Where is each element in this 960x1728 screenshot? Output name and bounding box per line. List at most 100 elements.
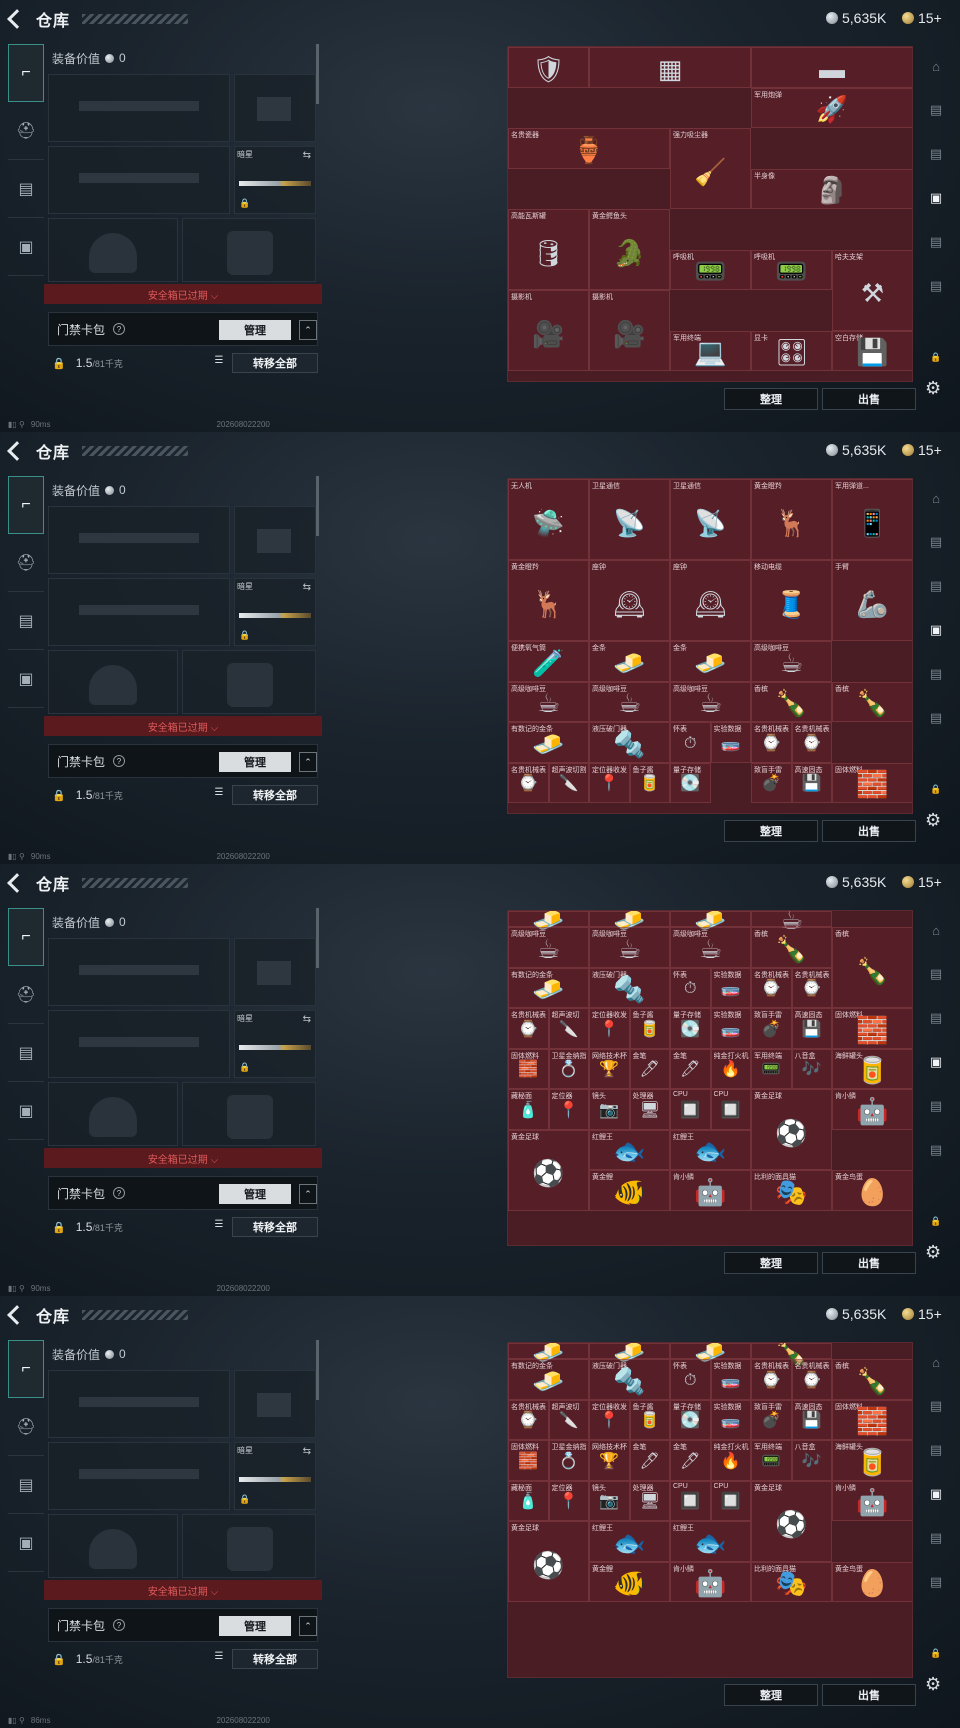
nav-case-tab[interactable]: ▣ [8,1082,44,1140]
inventory-item[interactable]: 金笔 🖊 [629,1048,670,1090]
rail-page-5-icon[interactable]: ▤ [918,696,954,740]
rail-page-3-icon[interactable]: ▣ [918,1040,954,1084]
nav-weapons-tab[interactable]: ⌐ [8,476,44,534]
inventory-item[interactable]: 镜头 📷 [589,1089,630,1130]
back-arrow-icon[interactable] [7,1305,27,1325]
help-icon[interactable]: ? [113,1619,126,1631]
inventory-item[interactable]: 八音盒 🎶 [791,1440,832,1481]
sell-button[interactable]: 出售 [822,820,916,842]
nav-armor-tab[interactable]: ⛑ [8,534,44,592]
inventory-item[interactable]: 固体燃料 🧱 [832,1008,912,1049]
inventory-item[interactable]: 军用终端 💻 [670,330,751,371]
inventory-item[interactable]: 液压破门器 🔩 [589,722,670,763]
inventory-item[interactable]: 卫星金纳指 💍 [548,1440,589,1481]
inventory-item[interactable]: 空白存储 💾 [832,330,912,371]
rail-home-icon[interactable]: ⌂ [918,476,954,520]
inventory-item[interactable]: 名贵机械表 ⌚ [508,762,549,803]
inventory-item[interactable]: 黄金鲤 🐠 [589,1170,670,1211]
inventory-item[interactable]: 超声波切 🔪 [548,1399,589,1441]
gear-icon[interactable]: ⚙ [925,378,941,399]
inventory-item[interactable]: 怀表 ⏱ [670,722,711,763]
rail-page-2-icon[interactable]: ▤ [918,132,954,176]
inventory-item[interactable]: 藏秘面 🧴 [508,1089,549,1130]
inventory-item[interactable]: 呼吸机 📟 [751,249,832,290]
loadout-scrollbar[interactable] [316,908,319,968]
rail-home-icon[interactable]: ⌂ [918,1340,954,1384]
inventory-item[interactable]: 定位器收发 📍 [589,1399,630,1441]
safe-box-expired-banner[interactable]: 安全箱已过期 ⌵ [44,716,322,736]
inventory-item[interactable]: ▦ [589,47,751,88]
collapse-button[interactable]: ⌃ [299,1616,317,1636]
inventory-item[interactable]: 黄金足球 ⚽ [508,1129,589,1211]
inventory-item[interactable]: 网络技术杯 🏆 [589,1440,630,1481]
rail-page-3-icon[interactable]: ▣ [918,1472,954,1516]
inventory-item[interactable]: 红鲤王 🐟 [589,1521,670,1562]
inventory-item[interactable]: 红鲤王 🐟 [589,1129,670,1171]
inventory-item[interactable]: 便携氧气筒 🧪 [508,641,589,682]
manage-button[interactable]: 管理 [219,320,291,340]
inventory-item[interactable]: 高级咖啡豆 ☕ [508,927,589,968]
inventory-item[interactable]: 固体燃料 🧱 [508,1048,549,1090]
nav-weapons-tab[interactable]: ⌐ [8,44,44,102]
manage-button[interactable]: 管理 [219,1184,291,1204]
organize-button[interactable]: 整理 [724,388,818,410]
inventory-item[interactable]: 量子存储 💽 [670,1399,711,1441]
inventory-item[interactable]: 无人机 🛸 [508,479,589,560]
inventory-item[interactable]: 名贵瓷器 🏺 [508,128,670,169]
inventory-item[interactable]: 镜头 📷 [589,1480,630,1522]
inventory-item[interactable]: 🧈 [589,1343,670,1365]
pistol-slot[interactable] [234,1370,316,1438]
helmet-slot[interactable] [48,650,178,714]
rail-home-icon[interactable]: ⌂ [918,908,954,952]
inventory-item[interactable]: 致盲手雷 💣 [751,1008,792,1049]
inventory-item[interactable]: 比利的面具猫 🎭 [751,1170,832,1211]
inventory-item[interactable]: 香槟 🍾 [751,681,832,722]
help-icon[interactable]: ? [113,323,126,335]
inventory-item[interactable]: 高级咖啡豆 ☕ [508,681,589,722]
nav-backpack-tab[interactable]: ▤ [8,1024,44,1082]
rail-page-5-icon[interactable]: ▤ [918,264,954,308]
melee-slot[interactable]: 暗星 ⇆ 🔒 [234,1442,316,1510]
rail-page-1-icon[interactable]: ▤ [918,520,954,564]
inventory-item[interactable]: 超声波切 🔪 [548,1008,589,1049]
inventory-item[interactable]: 香槟 🍾 [832,681,912,722]
inventory-item[interactable]: 哈夫支架 ⚒ [832,249,912,331]
inventory-item[interactable]: 呼吸机 📟 [670,249,751,290]
gold-currency[interactable]: 15+ [902,1306,942,1322]
swap-icon[interactable]: ⇆ [303,150,311,161]
inventory-item[interactable]: 黄金足球 ⚽ [751,1480,832,1562]
inventory-item[interactable]: 金笔 🖊 [670,1048,711,1090]
inventory-item[interactable]: 藏秘面 🧴 [508,1480,549,1522]
gold-currency[interactable]: 15+ [902,10,942,26]
inventory-item[interactable]: 八音盒 🎶 [791,1048,832,1090]
inventory-item[interactable]: 名贵机械表 ⌚ [751,1359,792,1400]
inventory-item[interactable]: 显卡 🎛 [751,330,832,371]
inventory-item[interactable]: 有数记的金条 🧈 [508,1359,589,1400]
inventory-item[interactable]: 金条 🧈 [670,641,751,682]
gold-currency[interactable]: 15+ [902,874,942,890]
inventory-item[interactable]: 黄金鳄鱼头 🐊 [589,209,670,290]
list-icon[interactable]: ☰ [210,355,228,371]
nav-armor-tab[interactable]: ⛑ [8,1398,44,1456]
inventory-item[interactable]: 香槟 🍾 [751,927,832,968]
swap-icon[interactable]: ⇆ [303,582,311,593]
inventory-item[interactable]: 量子存储 💽 [670,762,711,803]
inventory-item[interactable]: 黄金鸟蛋 🥚 [832,1561,912,1603]
inventory-item[interactable]: 黄金鸟蛋 🥚 [832,1170,912,1211]
safe-box-expired-banner[interactable]: 安全箱已过期 ⌵ [44,1148,322,1168]
pistol-slot[interactable] [234,74,316,142]
armor-slot[interactable] [182,650,316,714]
nav-weapons-tab[interactable]: ⌐ [8,908,44,966]
inventory-item[interactable]: 座钟 🕰 [589,560,670,641]
rail-page-4-icon[interactable]: ▤ [918,220,954,264]
rail-page-5-icon[interactable]: ▤ [918,1128,954,1172]
inventory-item[interactable]: 高级咖啡豆 ☕ [670,681,751,722]
inventory-item[interactable]: 名贵机械表 ⌚ [791,722,832,763]
rail-page-2-icon[interactable]: ▤ [918,564,954,608]
inventory-item[interactable]: 固体燃料 🧱 [508,1440,549,1481]
rail-page-3-icon[interactable]: ▣ [918,176,954,220]
inventory-item[interactable]: 网络技术杯 🏆 [589,1048,630,1090]
inventory-item[interactable]: 名贵机械表 ⌚ [751,967,792,1009]
inventory-item[interactable]: 高级咖啡豆 ☕ [589,681,670,722]
help-icon[interactable]: ? [113,1187,126,1199]
